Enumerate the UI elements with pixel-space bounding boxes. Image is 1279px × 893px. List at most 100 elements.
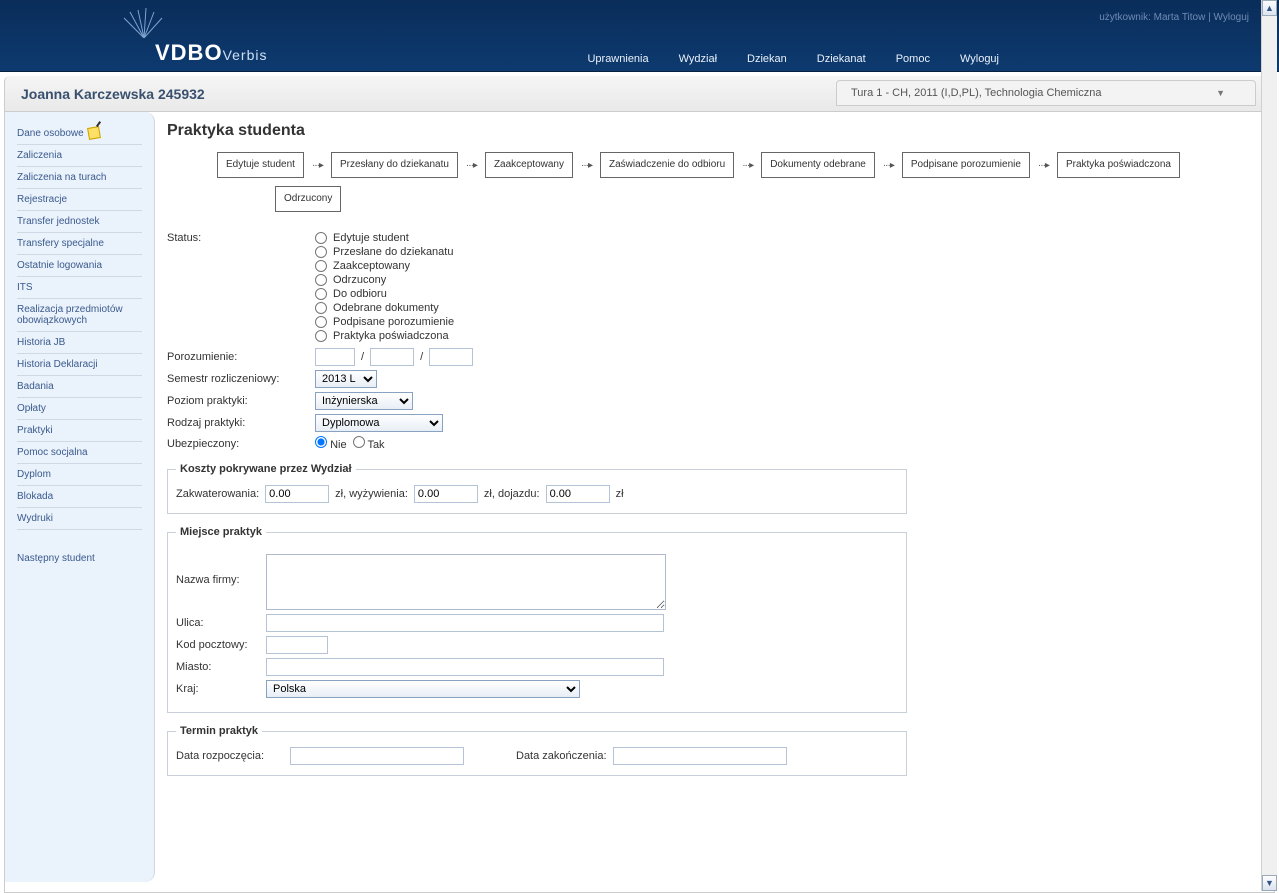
zakwaterowania-label: Zakwaterowania:: [176, 488, 259, 500]
edit-icon: [87, 126, 101, 140]
tura-dropdown[interactable]: Tura 1 - CH, 2011 (I,D,PL), Technologia …: [836, 80, 1256, 106]
wf-step-przeslany: Przesłany do dziekanatu: [331, 152, 458, 178]
porozumienie-1-input[interactable]: [315, 348, 355, 366]
nav-uprawnienia[interactable]: Uprawnienia: [587, 53, 648, 65]
koszty-legend: Koszty pokrywane przez Wydział: [176, 463, 356, 475]
radio-input[interactable]: [315, 260, 327, 272]
nav-pomoc[interactable]: Pomoc: [896, 53, 930, 65]
status-option-do-odbioru[interactable]: Do odbioru: [315, 288, 454, 300]
porozumienie-3-input[interactable]: [429, 348, 473, 366]
sidebar-item-dane-osobowe[interactable]: Dane osobowe: [17, 122, 142, 145]
vertical-scrollbar[interactable]: ▲ ▼: [1261, 0, 1277, 891]
radio-input[interactable]: [353, 436, 365, 448]
sidebar-label: Zaliczenia na turach: [17, 172, 107, 183]
radio-input[interactable]: [315, 330, 327, 342]
nav-dziekan[interactable]: Dziekan: [747, 53, 787, 65]
nav-wydzial[interactable]: Wydział: [679, 53, 717, 65]
wf-step-dokumenty: Dokumenty odebrane: [761, 152, 875, 178]
radio-input[interactable]: [315, 302, 327, 314]
sidebar-item-realizacja[interactable]: Realizacja przedmiotów obowiązkowych: [17, 299, 142, 332]
sidebar-item-zaliczenia[interactable]: Zaliczenia: [17, 145, 142, 167]
nazwa-firmy-textarea[interactable]: [266, 554, 666, 610]
sidebar-item-oplaty[interactable]: Opłaty: [17, 398, 142, 420]
dojazdu-input[interactable]: [546, 485, 610, 503]
page-title: Praktyka studenta: [167, 122, 1262, 140]
sidebar-item-ostatnie-logowania[interactable]: Ostatnie logowania: [17, 255, 142, 277]
rodzaj-select[interactable]: Dyplomowa: [315, 414, 443, 432]
nav-wyloguj[interactable]: Wyloguj: [960, 53, 999, 65]
arrow-icon: ···▸: [1032, 160, 1055, 171]
logo-rays: [120, 0, 168, 30]
radio-input[interactable]: [315, 232, 327, 244]
semestr-select[interactable]: 2013 L: [315, 370, 377, 388]
sidebar-item-transfer-jednostek[interactable]: Transfer jednostek: [17, 211, 142, 233]
status-option-przeslane[interactable]: Przesłane do dziekanatu: [315, 246, 454, 258]
data-zakonczenia-input[interactable]: [613, 747, 787, 765]
sidebar-item-dyplom[interactable]: Dyplom: [17, 464, 142, 486]
status-option-poswiadczona[interactable]: Praktyka poświadczona: [315, 330, 454, 342]
sidebar-label: Ostatnie logowania: [17, 260, 102, 271]
miasto-input[interactable]: [266, 658, 664, 676]
sidebar-item-badania[interactable]: Badania: [17, 376, 142, 398]
ubezpieczony-tak[interactable]: Tak: [353, 436, 385, 451]
ubezpieczony-nie[interactable]: Nie: [315, 436, 347, 451]
sidebar-item-pomoc-socjalna[interactable]: Pomoc socjalna: [17, 442, 142, 464]
radio-input[interactable]: [315, 246, 327, 258]
status-label: Status:: [167, 232, 315, 244]
radio-label: Tak: [367, 439, 384, 451]
radio-input[interactable]: [315, 436, 327, 448]
status-radios: Edytuje student Przesłane do dziekanatu …: [315, 232, 454, 342]
sidebar-item-rejestracje[interactable]: Rejestracje: [17, 189, 142, 211]
nav-dziekanat[interactable]: Dziekanat: [817, 53, 866, 65]
kod-input[interactable]: [266, 636, 328, 654]
sidebar-item-historia-jb[interactable]: Historia JB: [17, 332, 142, 354]
poziom-select[interactable]: Inżynierska: [315, 392, 413, 410]
porozumienie-2-input[interactable]: [370, 348, 414, 366]
termin-fieldset: Termin praktyk Data rozpoczęcia: Data za…: [167, 725, 907, 776]
sidebar-item-praktyki[interactable]: Praktyki: [17, 420, 142, 442]
radio-input[interactable]: [315, 316, 327, 328]
radio-label: Edytuje student: [333, 232, 409, 244]
kraj-select[interactable]: Polska: [266, 680, 580, 698]
sidebar-item-historia-deklaracji[interactable]: Historia Deklaracji: [17, 354, 142, 376]
radio-input[interactable]: [315, 274, 327, 286]
sidebar-item-transfery-specjalne[interactable]: Transfery specjalne: [17, 233, 142, 255]
status-option-odebrane[interactable]: Odebrane dokumenty: [315, 302, 454, 314]
radio-label: Praktyka poświadczona: [333, 330, 449, 342]
radio-input[interactable]: [315, 288, 327, 300]
sidebar-item-its[interactable]: ITS: [17, 277, 142, 299]
sidebar-item-blokada[interactable]: Blokada: [17, 486, 142, 508]
data-rozpoczecia-input[interactable]: [290, 747, 464, 765]
scroll-up-icon[interactable]: ▲: [1262, 0, 1277, 16]
semestr-label: Semestr rozliczeniowy:: [167, 373, 315, 385]
data-zakonczenia-label: Data zakończenia:: [516, 750, 607, 762]
sub-header: Joanna Karczewska 245932 Tura 1 - CH, 20…: [4, 76, 1275, 112]
sidebar-label: Opłaty: [17, 403, 46, 414]
status-option-edytuje[interactable]: Edytuje student: [315, 232, 454, 244]
wyzywienia-input[interactable]: [414, 485, 478, 503]
kraj-label: Kraj:: [176, 683, 266, 695]
scroll-track[interactable]: [1262, 16, 1277, 875]
user-info: użytkownik: Marta Titow | Wyloguj: [1099, 12, 1249, 23]
zl-label: zł: [616, 488, 624, 500]
sidebar-label: Historia Deklaracji: [17, 359, 98, 370]
radio-label: Odebrane dokumenty: [333, 302, 439, 314]
radio-label: Przesłane do dziekanatu: [333, 246, 453, 258]
status-option-zaakceptowany[interactable]: Zaakceptowany: [315, 260, 454, 272]
scroll-down-icon[interactable]: ▼: [1262, 875, 1277, 891]
arrow-icon: ···▸: [306, 160, 329, 171]
sidebar-item-zaliczenia-turach[interactable]: Zaliczenia na turach: [17, 167, 142, 189]
sidebar-label: Dyplom: [17, 469, 51, 480]
poziom-label: Poziom praktyki:: [167, 395, 315, 407]
status-option-podpisane[interactable]: Podpisane porozumienie: [315, 316, 454, 328]
wyzywienia-label: zł, wyżywienia:: [335, 488, 408, 500]
arrow-icon: ···▸: [877, 160, 900, 171]
radio-label: Zaakceptowany: [333, 260, 410, 272]
ulica-input[interactable]: [266, 614, 664, 632]
zakwaterowania-input[interactable]: [265, 485, 329, 503]
sidebar-item-nastepny-student[interactable]: Następny student: [17, 548, 142, 569]
sidebar-item-wydruki[interactable]: Wydruki: [17, 508, 142, 530]
logout-link-top[interactable]: Wyloguj: [1214, 12, 1249, 23]
sidebar-label: Pomoc socjalna: [17, 447, 88, 458]
status-option-odrzucony[interactable]: Odrzucony: [315, 274, 454, 286]
